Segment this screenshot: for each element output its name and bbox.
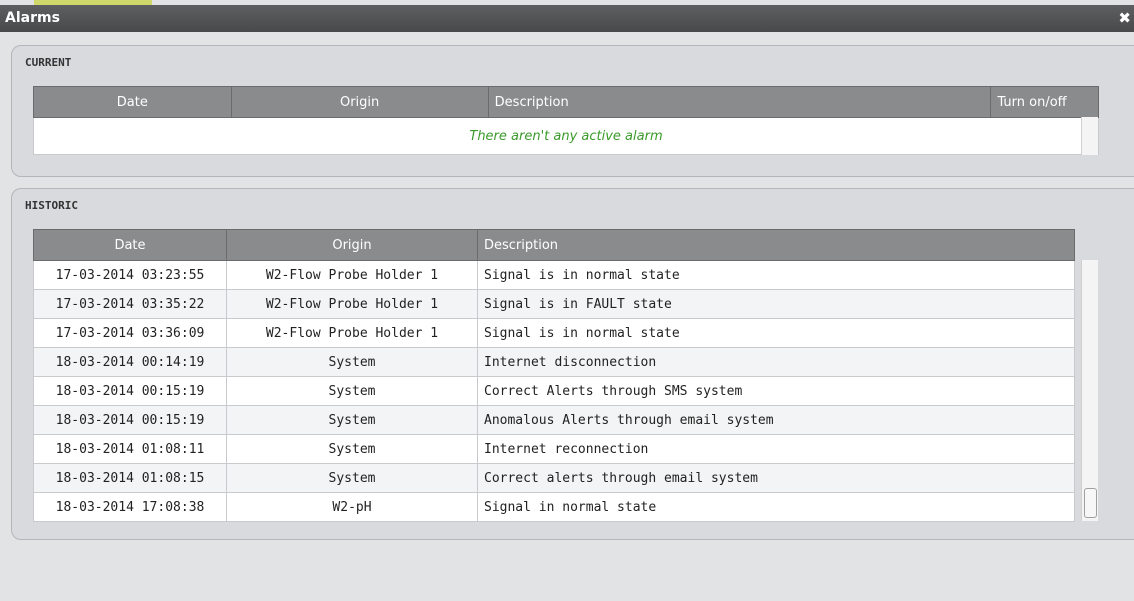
historic-alarms-table: Date Origin Description 17-03-2014 03:23… xyxy=(33,229,1075,522)
table-row[interactable]: 18-03-2014 00:14:19 System Internet discon… xyxy=(33,347,1075,377)
row-description: Signal is in normal state xyxy=(477,260,1075,290)
row-description: Internet reconnection xyxy=(477,434,1075,464)
no-active-alarm-message: There aren't any active alarm xyxy=(33,117,1099,155)
row-date: 18-03-2014 00:15:19 xyxy=(33,405,227,435)
current-section-title: CURRENT xyxy=(25,56,72,69)
row-date: 17-03-2014 03:23:55 xyxy=(33,260,227,290)
row-description: Internet disconnection xyxy=(477,347,1075,377)
table-row[interactable]: 18-03-2014 01:08:15 System Correct alerts … xyxy=(33,463,1075,493)
table-row[interactable]: 17-03-2014 03:35:22 W2-Flow Probe Holder … xyxy=(33,289,1075,319)
row-origin: W2-Flow Probe Holder 1 xyxy=(226,318,478,348)
row-description: Signal is in FAULT state xyxy=(477,289,1075,319)
row-description: Correct Alerts through SMS system xyxy=(477,376,1075,406)
row-origin: System xyxy=(226,434,478,464)
row-date: 17-03-2014 03:35:22 xyxy=(33,289,227,319)
row-description: Signal is in normal state xyxy=(477,318,1075,348)
current-alarms-panel: CURRENT Date Origin Description Turn on/… xyxy=(11,45,1134,177)
row-origin: System xyxy=(226,463,478,493)
current-col-description[interactable]: Description xyxy=(487,86,992,118)
row-date: 18-03-2014 00:15:19 xyxy=(33,376,227,406)
historic-section-title: HISTORIC xyxy=(25,199,78,212)
historic-col-date[interactable]: Date xyxy=(33,229,227,261)
row-date: 18-03-2014 17:08:38 xyxy=(33,492,227,522)
table-row[interactable]: 18-03-2014 17:08:38 W2-pH Signal in normal… xyxy=(33,492,1075,522)
window-title: Alarms xyxy=(5,10,60,26)
historic-scrollbar[interactable] xyxy=(1081,260,1098,521)
current-col-date[interactable]: Date xyxy=(33,86,232,118)
historic-alarms-panel: HISTORIC Date Origin Description 17-03-2… xyxy=(11,188,1134,540)
row-origin: W2-Flow Probe Holder 1 xyxy=(226,289,478,319)
row-date: 18-03-2014 01:08:11 xyxy=(33,434,227,464)
current-empty-row: There aren't any active alarm xyxy=(33,117,1099,155)
table-row[interactable]: 18-03-2014 00:15:19 System Anomalous Alert… xyxy=(33,405,1075,435)
row-origin: System xyxy=(226,347,478,377)
current-col-turn-on-off[interactable]: Turn on/off xyxy=(990,86,1099,118)
table-row[interactable]: 18-03-2014 01:08:11 System Internet reconn… xyxy=(33,434,1075,464)
row-origin: System xyxy=(226,376,478,406)
row-date: 18-03-2014 00:14:19 xyxy=(33,347,227,377)
current-table-header: Date Origin Description Turn on/off xyxy=(33,86,1099,118)
historic-scroll-thumb[interactable] xyxy=(1084,488,1097,518)
current-col-origin[interactable]: Origin xyxy=(230,86,489,118)
table-row[interactable]: 17-03-2014 03:23:55 W2-Flow Probe Holder … xyxy=(33,260,1075,290)
current-alarms-table: Date Origin Description Turn on/off Ther… xyxy=(33,86,1099,155)
row-origin: W2-Flow Probe Holder 1 xyxy=(226,260,478,290)
table-row[interactable]: 18-03-2014 00:15:19 System Correct Alerts … xyxy=(33,376,1075,406)
alarms-window: Alarms ✖ CURRENT Date Origin Description… xyxy=(0,0,1134,601)
current-scrollbar[interactable] xyxy=(1081,117,1098,155)
row-date: 17-03-2014 03:36:09 xyxy=(33,318,227,348)
row-origin: W2-pH xyxy=(226,492,478,522)
window-titlebar: Alarms ✖ xyxy=(0,5,1134,32)
historic-table-body: 17-03-2014 03:23:55 W2-Flow Probe Holder … xyxy=(33,260,1075,522)
row-origin: System xyxy=(226,405,478,435)
row-description: Correct alerts through email system xyxy=(477,463,1075,493)
row-date: 18-03-2014 01:08:15 xyxy=(33,463,227,493)
table-row[interactable]: 17-03-2014 03:36:09 W2-Flow Probe Holder … xyxy=(33,318,1075,348)
historic-col-description[interactable]: Description xyxy=(477,229,1075,261)
historic-col-origin[interactable]: Origin xyxy=(226,229,478,261)
historic-table-header: Date Origin Description xyxy=(33,229,1075,261)
row-description: Signal in normal state xyxy=(477,492,1075,522)
close-icon[interactable]: ✖ xyxy=(1118,9,1131,27)
row-description: Anomalous Alerts through email system xyxy=(477,405,1075,435)
